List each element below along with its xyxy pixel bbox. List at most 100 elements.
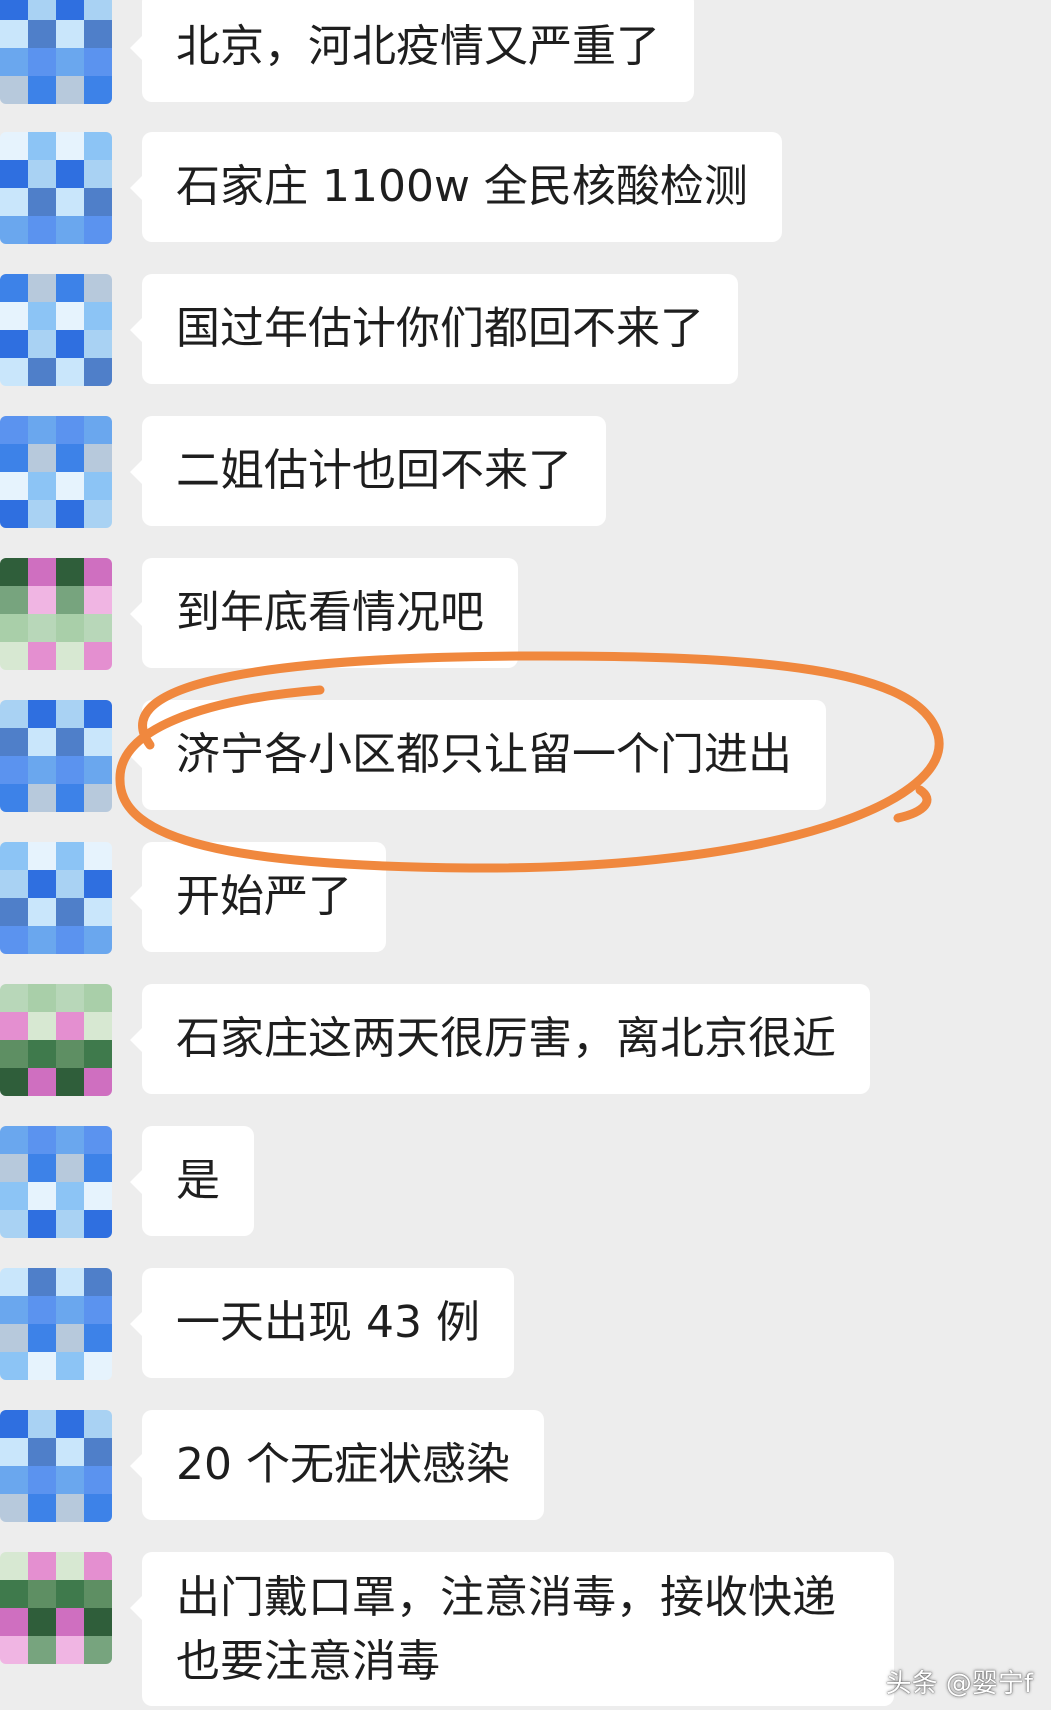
avatar-pixel bbox=[84, 416, 112, 444]
avatar-pixel bbox=[84, 444, 112, 472]
avatar-pixel bbox=[84, 898, 112, 926]
avatar-pixel bbox=[56, 586, 84, 614]
avatar-pixel bbox=[56, 500, 84, 528]
message-bubble[interactable]: 北京，河北疫情又严重了 bbox=[130, 0, 694, 102]
avatar-pixel bbox=[0, 76, 28, 104]
avatar-pixel bbox=[56, 1012, 84, 1040]
avatar-pixel bbox=[0, 1126, 28, 1154]
message-bubble[interactable]: 到年底看情况吧 bbox=[130, 558, 518, 668]
avatar-pixel bbox=[56, 984, 84, 1012]
avatar-pixel bbox=[0, 586, 28, 614]
message-bubble[interactable]: 开始严了 bbox=[130, 842, 386, 952]
avatar-pixel bbox=[56, 20, 84, 48]
avatar-pixel bbox=[28, 642, 56, 670]
avatar-pixel bbox=[84, 216, 112, 244]
avatar-pixel bbox=[84, 132, 112, 160]
avatar-pixel bbox=[28, 358, 56, 386]
avatar-pixel bbox=[28, 1494, 56, 1522]
avatar-pixel bbox=[84, 1324, 112, 1352]
avatar-pixel bbox=[28, 216, 56, 244]
avatar-pixel bbox=[56, 76, 84, 104]
avatar[interactable] bbox=[0, 842, 112, 954]
message-text: 出门戴口罩，注意消毒，接收快递也要注意消毒 bbox=[176, 1572, 836, 1687]
avatar[interactable] bbox=[0, 132, 112, 244]
avatar[interactable] bbox=[0, 1552, 112, 1664]
avatar-pixel bbox=[28, 1268, 56, 1296]
avatar-pixel bbox=[28, 1040, 56, 1068]
avatar[interactable] bbox=[0, 0, 112, 104]
avatar-pixel bbox=[28, 302, 56, 330]
avatar-pixel bbox=[84, 330, 112, 358]
avatar-pixel bbox=[84, 48, 112, 76]
avatar-pixel bbox=[0, 274, 28, 302]
avatar[interactable] bbox=[0, 274, 112, 386]
avatar-pixel bbox=[84, 1126, 112, 1154]
bubble-tail bbox=[130, 1454, 142, 1478]
bubble-tail bbox=[130, 744, 142, 768]
message-bubble[interactable]: 济宁各小区都只让留一个门进出 bbox=[130, 700, 826, 810]
avatar[interactable] bbox=[0, 1126, 112, 1238]
avatar[interactable] bbox=[0, 984, 112, 1096]
avatar-pixel bbox=[56, 188, 84, 216]
avatar-pixel bbox=[84, 358, 112, 386]
message-bubble[interactable]: 出门戴口罩，注意消毒，接收快递也要注意消毒 bbox=[130, 1552, 894, 1706]
message-text: 20 个无症状感染 bbox=[176, 1439, 510, 1490]
avatar-pixel bbox=[28, 614, 56, 642]
avatar-pixel bbox=[0, 756, 28, 784]
avatar-pixel bbox=[56, 728, 84, 756]
avatar-pixel bbox=[28, 1352, 56, 1380]
avatar-pixel bbox=[28, 274, 56, 302]
avatar-pixel bbox=[84, 1466, 112, 1494]
avatar-pixel bbox=[0, 784, 28, 812]
avatar-pixel bbox=[56, 1296, 84, 1324]
avatar-pixel bbox=[0, 1608, 28, 1636]
avatar-pixel bbox=[0, 642, 28, 670]
avatar-pixel bbox=[28, 76, 56, 104]
avatar-pixel bbox=[28, 984, 56, 1012]
message-bubble[interactable]: 石家庄 1100w 全民核酸检测 bbox=[130, 132, 782, 242]
avatar-pixel bbox=[0, 20, 28, 48]
message-bubble[interactable]: 20 个无症状感染 bbox=[130, 1410, 544, 1520]
avatar-pixel bbox=[0, 1040, 28, 1068]
bubble-tail bbox=[130, 1028, 142, 1052]
message-bubble[interactable]: 一天出现 43 例 bbox=[130, 1268, 514, 1378]
avatar-pixel bbox=[28, 700, 56, 728]
avatar-pixel bbox=[28, 0, 56, 20]
message-text: 到年底看情况吧 bbox=[176, 587, 484, 638]
avatar-pixel bbox=[84, 0, 112, 20]
avatar-pixel bbox=[0, 1410, 28, 1438]
avatar-pixel bbox=[56, 160, 84, 188]
avatar[interactable] bbox=[0, 558, 112, 670]
avatar-pixel bbox=[84, 1182, 112, 1210]
message-bubble[interactable]: 石家庄这两天很厉害，离北京很近 bbox=[130, 984, 870, 1094]
avatar-pixel bbox=[84, 1296, 112, 1324]
avatar-pixel bbox=[84, 1012, 112, 1040]
avatar-pixel bbox=[84, 784, 112, 812]
bubble-tail bbox=[130, 1596, 142, 1620]
message-text: 开始严了 bbox=[176, 871, 352, 922]
avatar-pixel bbox=[0, 1352, 28, 1380]
avatar-pixel bbox=[84, 984, 112, 1012]
avatar[interactable] bbox=[0, 1268, 112, 1380]
avatar-pixel bbox=[84, 20, 112, 48]
avatar-pixel bbox=[0, 1552, 28, 1580]
avatar[interactable] bbox=[0, 1410, 112, 1522]
avatar-pixel bbox=[28, 926, 56, 954]
message-bubble[interactable]: 国过年估计你们都回不来了 bbox=[130, 274, 738, 384]
bubble-tail bbox=[130, 602, 142, 626]
avatar-pixel bbox=[56, 1126, 84, 1154]
avatar-pixel bbox=[84, 500, 112, 528]
avatar-pixel bbox=[56, 358, 84, 386]
avatar-pixel bbox=[84, 1438, 112, 1466]
message-bubble[interactable]: 二姐估计也回不来了 bbox=[130, 416, 606, 526]
avatar-pixel bbox=[0, 1012, 28, 1040]
avatar-pixel bbox=[0, 898, 28, 926]
avatar[interactable] bbox=[0, 416, 112, 528]
avatar-pixel bbox=[56, 1154, 84, 1182]
avatar-pixel bbox=[0, 1210, 28, 1238]
avatar[interactable] bbox=[0, 700, 112, 812]
avatar-pixel bbox=[84, 1068, 112, 1096]
avatar-pixel bbox=[56, 842, 84, 870]
avatar-pixel bbox=[56, 926, 84, 954]
message-bubble[interactable]: 是 bbox=[130, 1126, 254, 1236]
